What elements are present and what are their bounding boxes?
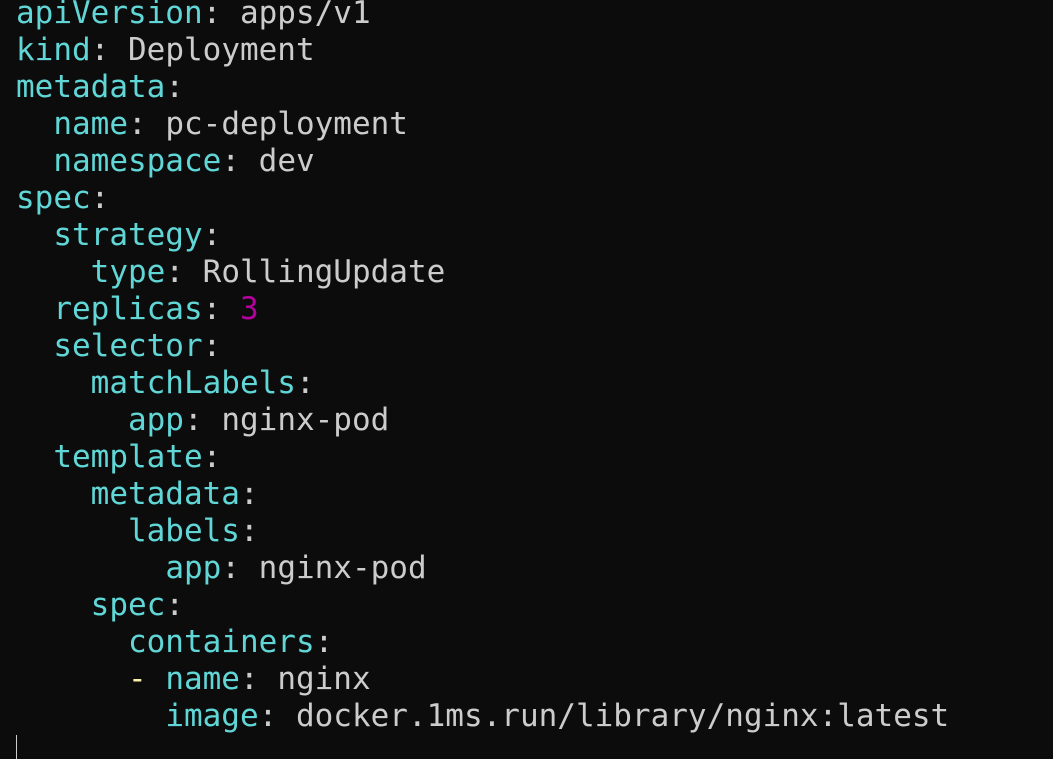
list-dash: - [127,661,166,697]
yaml-value: Deployment [128,32,315,68]
yaml-line: containers: [16,624,1053,661]
yaml-line: strategy: [16,217,1053,254]
colon: : [221,143,240,179]
yaml-line: spec: [16,180,1053,217]
colon: : [314,624,334,660]
yaml-line: app: nginx-pod [16,402,1053,439]
yaml-content: apiVersion: apps/v1 kind: Deployment metad… [16,0,1053,740]
yaml-key: template [53,439,203,475]
yaml-key: selector [53,328,203,364]
colon: : [202,439,222,475]
colon: : [295,365,315,401]
yaml-line: app: nginx-pod [16,550,1053,587]
colon: : [165,587,184,623]
yaml-key: containers [127,624,315,660]
yaml-value: nginx-pod [258,550,427,586]
yaml-key: spec [16,180,91,216]
text-cursor [16,735,17,759]
terminal-window[interactable]: apiVersion: apps/v1 kind: Deployment metad… [0,0,1053,759]
yaml-line: name: pc-deployment [16,106,1053,143]
colon: : [90,32,110,68]
colon: : [258,698,278,734]
yaml-value: nginx-pod [221,402,390,438]
yaml-key: kind [16,32,91,68]
colon: : [202,291,222,327]
colon: : [202,217,222,253]
yaml-line: - name: nginx [16,661,1053,698]
colon: : [202,328,222,364]
colon: : [202,0,222,31]
colon: : [90,180,110,216]
yaml-line: image: docker.1ms.run/library/nginx:late… [16,698,1053,735]
yaml-key: labels [127,513,240,549]
colon: : [221,550,240,586]
yaml-line: template: [16,439,1053,476]
yaml-line: replicas: 3 [16,291,1053,328]
yaml-line: namespace: dev [16,143,1053,180]
yaml-key: app [165,550,222,586]
yaml-line: matchLabels: [16,365,1053,402]
yaml-key: spec [90,587,166,623]
yaml-line: metadata: [16,476,1053,513]
yaml-value: RollingUpdate [202,254,446,290]
yaml-key: apiVersion [16,0,203,31]
yaml-key: strategy [53,217,203,253]
yaml-value: apps/v1 [239,0,371,31]
yaml-value: docker.1ms.run/library/nginx:latest [295,698,950,734]
yaml-line: apiVersion: apps/v1 [16,0,1053,32]
yaml-line: labels: [16,513,1053,550]
yaml-key: type [90,254,166,290]
colon: : [239,661,259,697]
yaml-key: namespace [53,143,222,179]
yaml-key: name [53,106,128,142]
colon: : [127,106,147,142]
yaml-line: spec: [16,587,1053,624]
yaml-key: metadata [16,69,166,105]
yaml-key: metadata [90,476,240,512]
yaml-key: replicas [53,291,203,327]
yaml-key: matchLabels [90,365,296,401]
yaml-value: nginx [277,661,371,697]
yaml-line: type: RollingUpdate [16,254,1053,291]
yaml-line: metadata: [16,69,1053,106]
yaml-line: selector: [16,328,1053,365]
colon: : [239,513,259,549]
colon: : [183,402,203,438]
yaml-key: image [165,698,259,734]
yaml-key: name [165,661,240,697]
yaml-value: pc-deployment [165,106,408,142]
colon: : [165,69,184,105]
yaml-key: app [127,402,184,438]
colon: : [239,476,259,512]
yaml-line: kind: Deployment [16,32,1053,69]
yaml-value: 3 [239,291,259,327]
colon: : [165,254,184,290]
yaml-value: dev [258,143,315,179]
